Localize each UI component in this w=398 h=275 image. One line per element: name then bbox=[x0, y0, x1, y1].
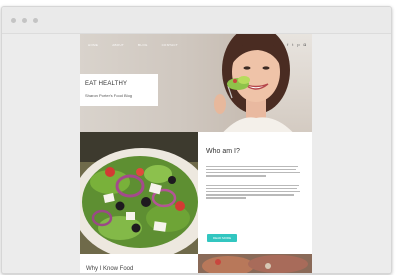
site-subtitle: Sharon Porter's Food Blog bbox=[85, 93, 133, 98]
browser-viewport: HOME ABOUT BLOG CONTACT f t p ◘ EAT HEAL… bbox=[2, 34, 391, 273]
why-section: Why I Know Food bbox=[80, 254, 198, 273]
pinterest-icon[interactable]: p bbox=[297, 42, 299, 47]
read-more-button[interactable]: READ MORE bbox=[207, 234, 237, 242]
site-title[interactable]: EAT HEALTHY bbox=[85, 81, 127, 87]
window-dot-1[interactable] bbox=[11, 18, 16, 23]
nav-contact[interactable]: CONTACT bbox=[162, 43, 178, 47]
instagram-icon[interactable]: ◘ bbox=[304, 42, 306, 47]
twitter-icon[interactable]: t bbox=[292, 42, 293, 47]
about-title: Who am I? bbox=[206, 148, 240, 155]
website-preview: HOME ABOUT BLOG CONTACT f t p ◘ EAT HEAL… bbox=[80, 34, 312, 273]
browser-window: HOME ABOUT BLOG CONTACT f t p ◘ EAT HEAL… bbox=[1, 6, 392, 274]
about-paragraph-2 bbox=[206, 185, 302, 200]
nav-blog[interactable]: BLOG bbox=[138, 43, 148, 47]
about-card: Who am I? READ MORE bbox=[198, 132, 312, 254]
brand-box: EAT HEALTHY Sharon Porter's Food Blog bbox=[80, 74, 158, 106]
window-dot-2[interactable] bbox=[22, 18, 27, 23]
hero-section: HOME ABOUT BLOG CONTACT f t p ◘ EAT HEAL… bbox=[80, 34, 312, 132]
nav-home[interactable]: HOME bbox=[88, 43, 98, 47]
salad-image bbox=[80, 132, 198, 254]
nav-about[interactable]: ABOUT bbox=[112, 43, 124, 47]
food-image-2 bbox=[198, 254, 312, 273]
why-title: Why I Know Food bbox=[86, 266, 134, 272]
hero-woman-image bbox=[214, 34, 293, 132]
facebook-icon[interactable]: f bbox=[287, 42, 288, 47]
site-nav: HOME ABOUT BLOG CONTACT bbox=[88, 43, 178, 47]
browser-titlebar bbox=[2, 7, 391, 34]
window-dot-3[interactable] bbox=[33, 18, 38, 23]
about-paragraph-1 bbox=[206, 166, 302, 178]
social-icons: f t p ◘ bbox=[287, 42, 306, 47]
